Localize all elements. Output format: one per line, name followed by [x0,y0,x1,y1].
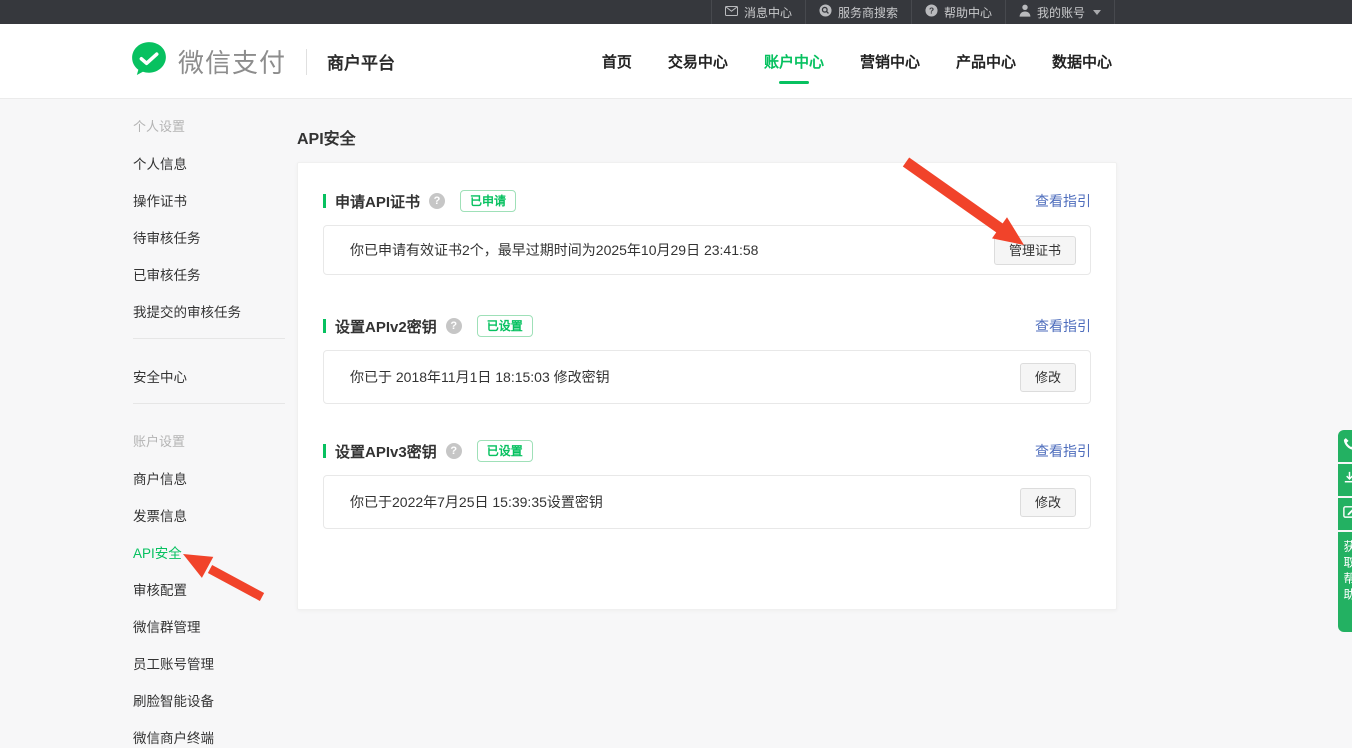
wechat-pay-logo-icon [130,40,168,83]
certificate-status-text: 你已申请有效证书2个，最早过期时间为2025年10月29日 23:41:58 [350,240,758,260]
apiv3-key-status-text: 你已于2022年7月25日 15:39:35设置密钥 [350,492,603,512]
sidebar-item-wechat-merchant-terminal[interactable]: 微信商户终端 [133,727,285,741]
topbar-item-label: 我的账号 [1037,4,1085,21]
modify-apiv2-key-button[interactable]: 修改 [1020,363,1076,392]
sidebar: 个人设置 个人信息 操作证书 待审核任务 已审核任务 我提交的审核任务 安全中心… [133,116,285,748]
sidebar-item-pending-review-tasks[interactable]: 待审核任务 [133,227,285,241]
help-icon[interactable]: ? [446,443,462,459]
section-marker [323,194,326,208]
topbar-item-label: 消息中心 [744,4,792,21]
svg-text:?: ? [929,5,934,15]
topbar-item-provider-search[interactable]: 服务商搜索 [805,0,911,24]
brand-divider [306,49,307,75]
sidebar-item-merchant-info[interactable]: 商户信息 [133,468,285,482]
section-header-apiv3-key: 设置APIv3密钥 ? 已设置 查看指引 [323,440,1091,462]
brand-name: 微信支付 [178,43,286,80]
help-icon[interactable]: ? [446,318,462,334]
download-icon [1342,470,1352,490]
sidebar-item-invoice-info[interactable]: 发票信息 [133,505,285,519]
api-certificate-box: 你已申请有效证书2个，最早过期时间为2025年10月29日 23:41:58 管… [323,225,1091,275]
sidebar-item-personal-info[interactable]: 个人信息 [133,153,285,167]
manage-certificate-button[interactable]: 管理证书 [994,236,1076,265]
status-badge: 已申请 [460,190,516,212]
view-guide-link[interactable]: 查看指引 [1035,441,1091,461]
question-circle-icon: ? [925,4,938,20]
sidebar-item-reviewed-tasks[interactable]: 已审核任务 [133,264,285,278]
sidebar-header-personal-settings: 个人设置 [133,116,285,130]
apiv2-key-status-text: 你已于 2018年11月1日 18:15:03 修改密钥 [350,367,610,387]
topbar-item-label: 服务商搜索 [838,4,898,21]
sidebar-item-api-security[interactable]: API安全 [133,542,285,556]
download-cell[interactable] [1338,464,1352,496]
section-header-apiv2-key: 设置APIv2密钥 ? 已设置 查看指引 [323,315,1091,337]
nav-data-center[interactable]: 数据中心 [1052,45,1112,78]
sidebar-item-review-config[interactable]: 审核配置 [133,579,285,593]
section-marker [323,444,326,458]
section-marker [323,319,326,333]
topbar: 消息中心 服务商搜索 ? 帮助中心 我的账号 [0,0,1352,24]
nav-product-center[interactable]: 产品中心 [956,45,1016,78]
view-guide-link[interactable]: 查看指引 [1035,316,1091,336]
envelope-icon [725,5,738,19]
sidebar-item-staff-account-management[interactable]: 员工账号管理 [133,653,285,667]
apiv3-key-box: 你已于2022年7月25日 15:39:35设置密钥 修改 [323,475,1091,529]
nav-transaction-center[interactable]: 交易中心 [668,45,728,78]
section-title: 设置APIv3密钥 [335,441,437,462]
topbar-item-help-center[interactable]: ? 帮助中心 [911,0,1005,24]
page-title: API安全 [297,125,356,149]
brand: 微信支付 商户平台 [130,24,395,99]
topbar-item-messages[interactable]: 消息中心 [711,0,805,24]
sidebar-item-security-center[interactable]: 安全中心 [133,366,285,380]
status-badge: 已设置 [477,315,533,337]
hotline-cell[interactable] [1338,430,1352,462]
sidebar-divider [133,403,285,404]
sidebar-item-wechat-group-management[interactable]: 微信群管理 [133,616,285,630]
header: 微信支付 商户平台 首页 交易中心 账户中心 营销中心 产品中心 数据中心 [0,24,1352,99]
sidebar-item-face-payment-devices[interactable]: 刷脸智能设备 [133,690,285,704]
chevron-down-icon [1093,10,1101,15]
apiv2-key-box: 你已于 2018年11月1日 18:15:03 修改密钥 修改 [323,350,1091,404]
api-security-card: 申请API证书 ? 已申请 查看指引 你已申请有效证书2个，最早过期时间为202… [297,162,1117,610]
section-header-api-certificate: 申请API证书 ? 已申请 查看指引 [323,190,1091,212]
user-icon [1019,4,1031,20]
sidebar-divider [133,338,285,339]
status-badge: 已设置 [477,440,533,462]
view-guide-link[interactable]: 查看指引 [1035,191,1091,211]
section-title: 申请API证书 [335,191,420,212]
sidebar-item-operation-certificate[interactable]: 操作证书 [133,190,285,204]
nav-account-center[interactable]: 账户中心 [764,45,824,78]
section-title: 设置APIv2密钥 [335,316,437,337]
sidebar-item-my-submitted-tasks[interactable]: 我提交的审核任务 [133,301,285,315]
feedback-cell[interactable] [1338,498,1352,530]
topbar-item-my-account[interactable]: 我的账号 [1005,0,1115,24]
get-help-label: 获取帮助 [1342,540,1352,604]
phone-icon [1342,436,1352,456]
sidebar-header-account-settings: 账户设置 [133,431,285,445]
search-circle-icon [819,4,832,20]
help-icon[interactable]: ? [429,193,445,209]
floating-helper-widget: 获取帮助 [1338,430,1352,632]
main-nav: 首页 交易中心 账户中心 营销中心 产品中心 数据中心 [602,24,1112,99]
topbar-item-label: 帮助中心 [944,4,992,21]
modify-apiv3-key-button[interactable]: 修改 [1020,488,1076,517]
brand-platform: 商户平台 [327,49,395,74]
edit-icon [1342,504,1352,524]
get-help-cell[interactable]: 获取帮助 [1338,532,1352,632]
nav-home[interactable]: 首页 [602,45,632,78]
nav-marketing-center[interactable]: 营销中心 [860,45,920,78]
